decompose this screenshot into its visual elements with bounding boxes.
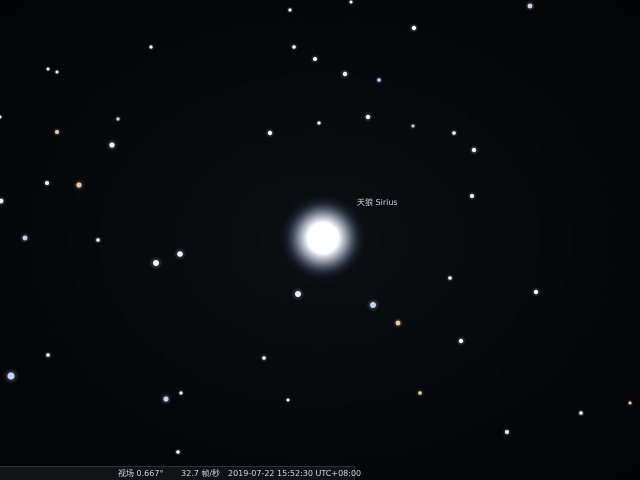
star[interactable] (411, 25, 417, 31)
star[interactable] (288, 8, 292, 12)
star[interactable] (448, 276, 452, 280)
star[interactable] (471, 147, 477, 153)
star[interactable] (262, 356, 266, 360)
star[interactable] (505, 430, 509, 434)
star[interactable] (377, 78, 381, 82)
star[interactable] (292, 45, 296, 49)
star[interactable] (55, 130, 59, 134)
star[interactable] (365, 114, 371, 120)
star-field[interactable] (0, 0, 640, 480)
star[interactable] (96, 238, 100, 242)
star[interactable] (286, 398, 290, 402)
star[interactable] (527, 3, 533, 9)
sirius-star[interactable] (279, 194, 367, 282)
star[interactable] (370, 302, 376, 308)
star[interactable] (177, 251, 183, 257)
sky-view[interactable]: 天狼 Sirius 视场 0.667° 32.7 帧/秒 2019-07-22 … (0, 0, 640, 480)
star[interactable] (45, 181, 49, 185)
star[interactable] (452, 131, 456, 135)
star[interactable] (163, 396, 169, 402)
star[interactable] (579, 411, 583, 415)
star[interactable] (628, 401, 632, 405)
fov-readout: 视场 0.667° (118, 469, 164, 478)
star[interactable] (295, 291, 301, 297)
star[interactable] (76, 182, 82, 188)
star[interactable] (46, 353, 50, 357)
status-bar: 视场 0.667° 32.7 帧/秒 2019-07-22 15:52:30 U… (0, 466, 361, 480)
star[interactable] (55, 70, 59, 74)
star[interactable] (179, 391, 183, 395)
star[interactable] (533, 289, 539, 295)
star[interactable] (349, 0, 353, 4)
star[interactable] (109, 142, 115, 148)
object-label-sirius[interactable]: 天狼 Sirius (357, 197, 398, 208)
star[interactable] (418, 391, 422, 395)
datetime-readout[interactable]: 2019-07-22 15:52:30 UTC+08:00 (228, 467, 361, 480)
star[interactable] (176, 450, 180, 454)
star[interactable] (267, 130, 273, 136)
star[interactable] (153, 260, 159, 266)
star[interactable] (458, 338, 464, 344)
star[interactable] (116, 117, 120, 121)
star[interactable] (22, 235, 28, 241)
star[interactable] (313, 57, 317, 61)
star[interactable] (149, 45, 153, 49)
fps-readout: 32.7 帧/秒 (181, 469, 221, 478)
star[interactable] (7, 372, 15, 380)
star[interactable] (46, 67, 50, 71)
star[interactable] (470, 194, 474, 198)
star[interactable] (342, 71, 348, 77)
star[interactable] (317, 121, 321, 125)
star[interactable] (411, 124, 415, 128)
star[interactable] (395, 320, 401, 326)
